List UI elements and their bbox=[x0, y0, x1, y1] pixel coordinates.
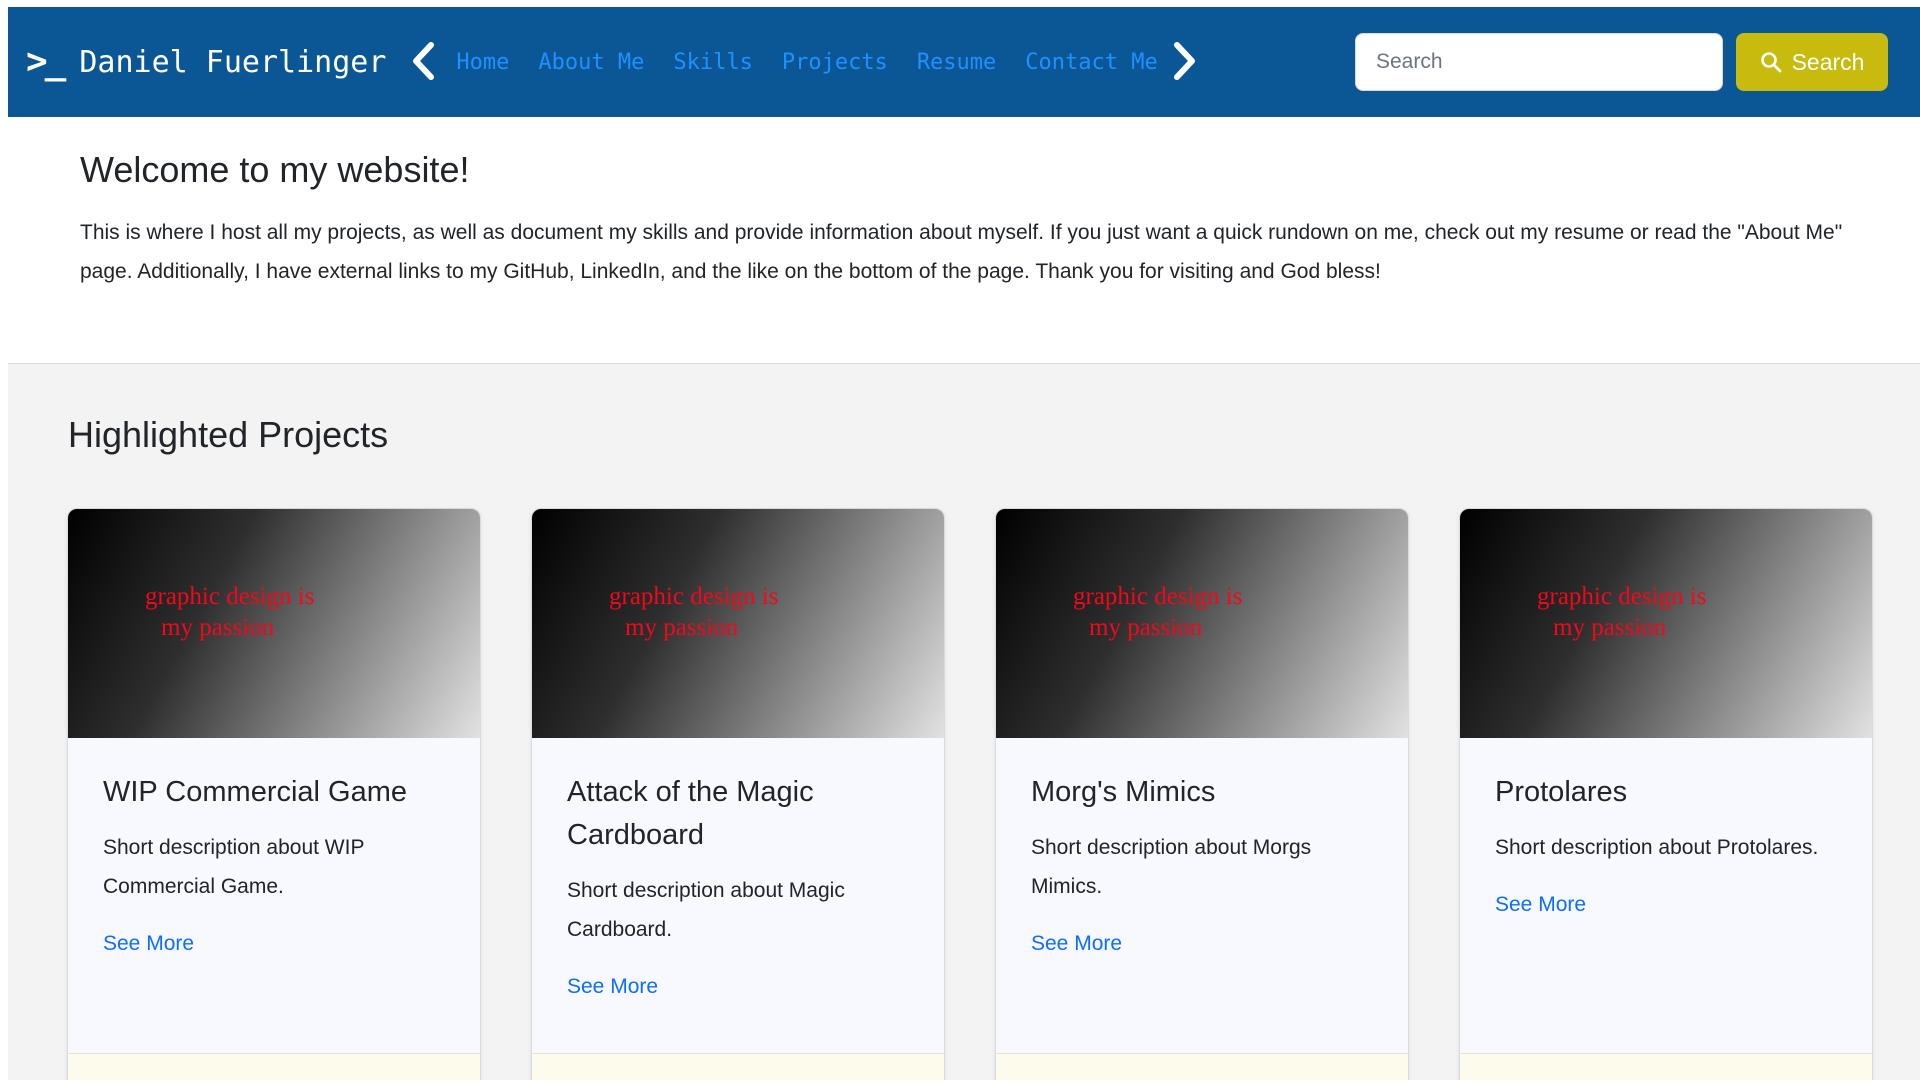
card-image-caption: graphic design is my passion bbox=[68, 581, 480, 643]
project-card-image: graphic design is my passion bbox=[532, 509, 944, 738]
caption-line-2: my passion bbox=[1537, 612, 1872, 643]
card-image-caption: graphic design is my passion bbox=[996, 581, 1408, 643]
card-footer bbox=[996, 1053, 1408, 1080]
project-card: graphic design is my passion WIP Commerc… bbox=[67, 508, 481, 1080]
card-body: Attack of the Magic Cardboard Short desc… bbox=[532, 738, 944, 1053]
search-button[interactable]: Search bbox=[1736, 33, 1888, 91]
search-icon bbox=[1760, 51, 1782, 73]
card-footer bbox=[1460, 1053, 1872, 1080]
welcome-text: This is where I host all my projects, as… bbox=[80, 213, 1860, 291]
nav-scroll-right-button[interactable] bbox=[1172, 39, 1198, 86]
nav-link-projects[interactable]: Projects bbox=[782, 50, 888, 75]
project-card: graphic design is my passion Morg's Mimi… bbox=[995, 508, 1409, 1080]
project-card: graphic design is my passion Attack of t… bbox=[531, 508, 945, 1080]
page: >_ Daniel Fuerlinger Home About Me Skill… bbox=[8, 7, 1920, 1080]
see-more-link[interactable]: See More bbox=[103, 932, 194, 956]
caption-line-1: graphic design is bbox=[609, 581, 944, 612]
card-description: Short description about WIP Commercial G… bbox=[103, 828, 445, 906]
card-title: Attack of the Magic Cardboard bbox=[567, 771, 909, 857]
nav-scroll-left-button[interactable] bbox=[410, 39, 436, 86]
chevron-right-icon bbox=[1172, 39, 1198, 86]
brand-link[interactable]: >_ Daniel Fuerlinger bbox=[26, 44, 386, 80]
project-card: graphic design is my passion Protolares … bbox=[1459, 508, 1873, 1080]
navbar: >_ Daniel Fuerlinger Home About Me Skill… bbox=[8, 7, 1920, 117]
card-body: WIP Commercial Game Short description ab… bbox=[68, 738, 480, 1053]
welcome-heading: Welcome to my website! bbox=[80, 149, 1860, 191]
card-image-caption: graphic design is my passion bbox=[532, 581, 944, 643]
nav-link-contact-me[interactable]: Contact Me bbox=[1025, 50, 1157, 75]
nav-link-about-me[interactable]: About Me bbox=[538, 50, 644, 75]
caption-line-2: my passion bbox=[145, 612, 480, 643]
nav-link-skills[interactable]: Skills bbox=[673, 50, 752, 75]
card-description: Short description about Protolares. bbox=[1495, 828, 1818, 867]
chevron-left-icon bbox=[410, 39, 436, 86]
caption-line-1: graphic design is bbox=[145, 581, 480, 612]
card-footer bbox=[532, 1053, 944, 1080]
project-card-image: graphic design is my passion bbox=[68, 509, 480, 738]
card-footer bbox=[68, 1053, 480, 1080]
see-more-link[interactable]: See More bbox=[567, 975, 658, 999]
nav-link-resume[interactable]: Resume bbox=[917, 50, 996, 75]
brand-name: Daniel Fuerlinger bbox=[79, 45, 386, 80]
terminal-icon: >_ bbox=[26, 44, 63, 80]
caption-line-1: graphic design is bbox=[1073, 581, 1408, 612]
card-description: Short description about Magic Cardboard. bbox=[567, 871, 909, 949]
nav-link-home[interactable]: Home bbox=[456, 50, 509, 75]
search-button-label: Search bbox=[1792, 49, 1865, 76]
nav-links: Home About Me Skills Projects Resume Con… bbox=[456, 50, 1157, 75]
project-cards-row: graphic design is my passion WIP Commerc… bbox=[67, 508, 1920, 1080]
card-body: Morg's Mimics Short description about Mo… bbox=[996, 738, 1408, 1053]
see-more-link[interactable]: See More bbox=[1031, 932, 1122, 956]
card-title: Morg's Mimics bbox=[1031, 771, 1215, 814]
card-description: Short description about Morgs Mimics. bbox=[1031, 828, 1373, 906]
projects-heading: Highlighted Projects bbox=[68, 414, 1920, 456]
caption-line-1: graphic design is bbox=[1537, 581, 1872, 612]
projects-section: Highlighted Projects graphic design is m… bbox=[8, 364, 1920, 1080]
card-title: Protolares bbox=[1495, 771, 1627, 814]
see-more-link[interactable]: See More bbox=[1495, 893, 1586, 917]
project-card-image: graphic design is my passion bbox=[996, 509, 1408, 738]
caption-line-2: my passion bbox=[609, 612, 944, 643]
card-image-caption: graphic design is my passion bbox=[1460, 581, 1872, 643]
project-card-image: graphic design is my passion bbox=[1460, 509, 1872, 738]
card-title: WIP Commercial Game bbox=[103, 771, 407, 814]
welcome-section: Welcome to my website! This is where I h… bbox=[8, 117, 1920, 364]
search-input[interactable] bbox=[1355, 33, 1723, 91]
card-body: Protolares Short description about Proto… bbox=[1460, 738, 1872, 1053]
caption-line-2: my passion bbox=[1073, 612, 1408, 643]
